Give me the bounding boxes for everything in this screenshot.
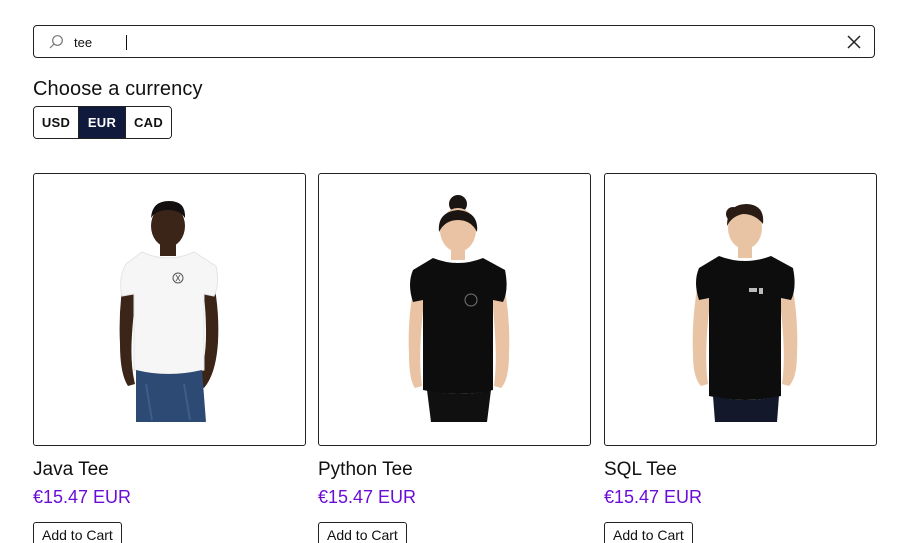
currency-cad-button[interactable]: CAD xyxy=(126,107,171,138)
model-photo-java-tee xyxy=(119,201,219,422)
model-photo-python-tee xyxy=(408,195,510,422)
currency-toggle-group: USD EUR CAD xyxy=(33,106,172,139)
text-caret xyxy=(126,35,127,50)
product-name: Java Tee xyxy=(33,459,109,480)
product-price: €15.47 EUR xyxy=(33,487,132,507)
currency-eur-button[interactable]: EUR xyxy=(79,107,126,138)
model-photo-sql-tee xyxy=(692,204,798,422)
product-card: SQL Tee €15.47 EUR Add to Cart xyxy=(604,173,877,543)
close-icon[interactable] xyxy=(846,34,862,50)
add-to-cart-button[interactable]: Add to Cart xyxy=(604,522,693,543)
product-price: €15.47 EUR xyxy=(604,487,703,507)
add-to-cart-button[interactable]: Add to Cart xyxy=(33,522,122,543)
product-image[interactable] xyxy=(318,173,591,446)
search-input[interactable] xyxy=(74,30,834,54)
product-name: Python Tee xyxy=(318,459,413,480)
search-icon xyxy=(49,35,63,49)
product-price: €15.47 EUR xyxy=(318,487,417,507)
product-card: Java Tee €15.47 EUR Add to Cart xyxy=(33,173,306,543)
page: Choose a currency USD EUR CAD xyxy=(0,0,899,543)
search-bar[interactable] xyxy=(33,25,875,58)
add-to-cart-button[interactable]: Add to Cart xyxy=(318,522,407,543)
product-name: SQL Tee xyxy=(604,459,677,480)
currency-title: Choose a currency xyxy=(33,78,203,100)
product-image[interactable] xyxy=(604,173,877,446)
currency-usd-button[interactable]: USD xyxy=(34,107,79,138)
product-image[interactable] xyxy=(33,173,306,446)
product-card: Python Tee €15.47 EUR Add to Cart xyxy=(318,173,591,543)
